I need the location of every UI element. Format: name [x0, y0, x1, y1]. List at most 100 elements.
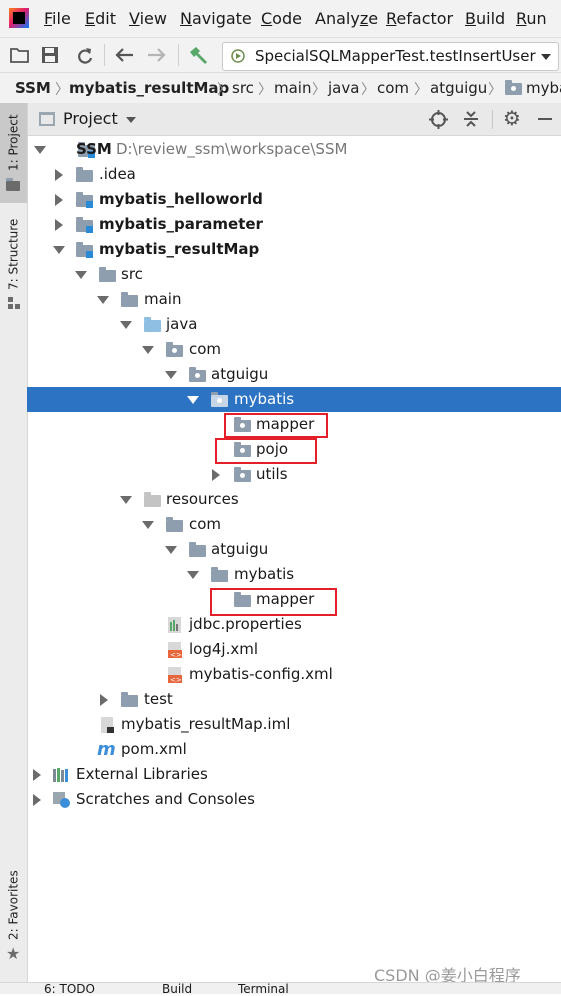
tree-item-com[interactable]: com: [30, 337, 550, 362]
expand-arrow-icon[interactable]: [120, 321, 132, 329]
expand-arrow-icon[interactable]: [97, 296, 109, 304]
tree-item-res-atguigu[interactable]: atguigu: [30, 537, 550, 562]
tree-item-scratches[interactable]: Scratches and Consoles: [30, 787, 550, 812]
save-icon[interactable]: [41, 46, 59, 64]
tree-item-atguigu[interactable]: atguigu: [30, 362, 550, 387]
tree-item-test[interactable]: test: [30, 687, 550, 712]
build-hammer-icon[interactable]: [187, 44, 209, 66]
breadcrumb-ssm[interactable]: SSM: [15, 79, 51, 97]
properties-file-icon: [168, 617, 181, 633]
menu-bar: File Edit View Navigate Code Analyze Ref…: [0, 0, 561, 37]
tree-item-mybatis-selected[interactable]: mybatis: [30, 387, 550, 412]
tree-item-utils[interactable]: utils: [30, 462, 550, 487]
menu-file[interactable]: File: [44, 9, 71, 28]
menu-analyze[interactable]: Analyze: [315, 9, 378, 28]
folder-icon: [76, 167, 93, 182]
project-panel-header: Project ⚙: [28, 103, 561, 136]
tree-item-resources[interactable]: resources: [30, 487, 550, 512]
tree-item-pom-xml[interactable]: m pom.xml: [30, 737, 550, 762]
tree-item-res-com[interactable]: com: [30, 512, 550, 537]
tree-item-external-libraries[interactable]: External Libraries: [30, 762, 550, 787]
gear-icon[interactable]: ⚙: [503, 106, 521, 130]
tab-build[interactable]: Build: [162, 983, 192, 995]
project-view-dropdown-icon[interactable]: [126, 117, 136, 123]
tree-item-mybatis-config-xml[interactable]: <> mybatis-config.xml: [30, 662, 550, 687]
collapsed-arrow-icon[interactable]: [55, 194, 63, 206]
minimize-icon[interactable]: [538, 118, 552, 120]
tree-item-ssm[interactable]: SSM D:\review_ssm\workspace\SSM: [30, 137, 550, 162]
sync-icon[interactable]: [74, 45, 94, 65]
module-folder-icon: [76, 192, 93, 208]
svg-text:<>: <>: [170, 676, 182, 684]
tab-terminal[interactable]: Terminal: [238, 983, 289, 995]
folder-icon: [121, 292, 138, 307]
menu-edit[interactable]: Edit: [85, 9, 116, 28]
collapsed-arrow-icon[interactable]: [55, 219, 63, 231]
app-logo-icon: [9, 8, 29, 28]
highlight-box-res-mapper: [210, 588, 337, 616]
breadcrumb-mybatis[interactable]: myba: [526, 79, 561, 97]
package-icon: [166, 342, 183, 357]
menu-code[interactable]: Code: [261, 9, 302, 28]
tree-item-java[interactable]: java: [30, 312, 550, 337]
expand-arrow-icon[interactable]: [187, 571, 199, 579]
collapsed-arrow-icon[interactable]: [55, 169, 63, 181]
tree-item-main[interactable]: main: [30, 287, 550, 312]
tree-item-log4j-xml[interactable]: <> log4j.xml: [30, 637, 550, 662]
tree-item-iml[interactable]: mybatis_resultMap.iml: [30, 712, 550, 737]
menu-build[interactable]: Build: [465, 9, 505, 28]
scratches-icon: [53, 792, 70, 808]
run-config-dropdown[interactable]: SpecialSQLMapperTest.testInsertUser: [222, 42, 559, 71]
menu-run[interactable]: Run: [516, 9, 547, 28]
expand-arrow-icon[interactable]: [165, 546, 177, 554]
tab-todo[interactable]: 6: TODO: [44, 983, 95, 995]
locate-target-icon[interactable]: [429, 110, 448, 129]
breadcrumb-module[interactable]: mybatis_resultMap: [69, 79, 229, 97]
tree-item-res-mybatis[interactable]: mybatis: [30, 562, 550, 587]
expand-arrow-icon[interactable]: [34, 146, 46, 154]
collapse-all-icon[interactable]: [462, 110, 480, 129]
breadcrumb-main[interactable]: main: [274, 79, 311, 97]
folder-icon: [99, 267, 116, 282]
breadcrumb-com[interactable]: com: [377, 79, 409, 97]
open-folder-icon[interactable]: [10, 46, 30, 64]
xml-file-icon: <>: [168, 642, 182, 659]
expand-arrow-icon[interactable]: [120, 496, 132, 504]
tree-item-mybatis-resultmap[interactable]: mybatis_resultMap: [30, 237, 550, 262]
expand-arrow-icon[interactable]: [187, 396, 199, 404]
collapsed-arrow-icon[interactable]: [212, 469, 220, 481]
expand-arrow-icon[interactable]: [142, 346, 154, 354]
breadcrumb-src[interactable]: src: [232, 79, 254, 97]
tab-favorites[interactable]: 2: Favorites: [2, 865, 25, 945]
expand-arrow-icon[interactable]: [142, 521, 154, 529]
collapsed-arrow-icon[interactable]: [100, 694, 108, 706]
forward-arrow-icon[interactable]: [146, 46, 168, 64]
test-config-icon: [231, 49, 245, 63]
tree-item-mybatis-helloworld[interactable]: mybatis_helloworld: [30, 187, 550, 212]
menu-view[interactable]: View: [129, 9, 167, 28]
breadcrumb-java[interactable]: java: [328, 79, 359, 97]
tree-item-idea[interactable]: .idea: [30, 162, 550, 187]
tab-structure[interactable]: 7: Structure: [2, 214, 25, 294]
breadcrumb-atguigu[interactable]: atguigu: [430, 79, 487, 97]
expand-arrow-icon[interactable]: [75, 271, 87, 279]
project-panel-title[interactable]: Project: [63, 109, 118, 128]
collapsed-arrow-icon[interactable]: [33, 794, 41, 806]
folder-icon: [211, 567, 228, 582]
highlight-box-mapper: [224, 413, 328, 438]
back-arrow-icon[interactable]: [113, 46, 135, 64]
menu-refactor[interactable]: Refactor: [386, 9, 453, 28]
run-config-label: SpecialSQLMapperTest.testInsertUser: [255, 47, 536, 65]
project-path: D:\review_ssm\workspace\SSM: [116, 140, 348, 158]
tab-project[interactable]: 1: Project: [2, 108, 25, 178]
project-view-icon: [39, 112, 55, 126]
tree-item-mybatis-parameter[interactable]: mybatis_parameter: [30, 212, 550, 237]
xml-file-icon: <>: [168, 667, 182, 684]
module-folder-icon: [76, 217, 93, 233]
expand-arrow-icon[interactable]: [53, 246, 65, 254]
collapsed-arrow-icon[interactable]: [33, 769, 41, 781]
tree-item-src[interactable]: src: [30, 262, 550, 287]
expand-arrow-icon[interactable]: [165, 371, 177, 379]
folder-icon: [189, 542, 206, 557]
menu-navigate[interactable]: Navigate: [180, 9, 252, 28]
